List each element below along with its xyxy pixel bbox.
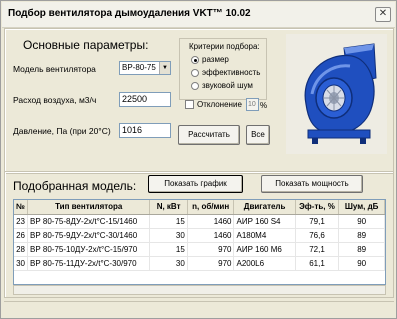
pressure-input[interactable]: 1016: [119, 123, 171, 138]
cell-motor: АИР 160 S4: [233, 214, 296, 229]
params-section-title: Основные параметры:: [23, 38, 149, 52]
status-bar: [4, 301, 394, 315]
model-select-value: ВР-80-75: [122, 63, 156, 72]
table-row[interactable]: 30 ВР 80-75-11ДУ-2х/t°С-30/970 30 970 А2…: [14, 256, 385, 271]
airflow-label: Расход воздуха, м3/ч: [13, 95, 97, 105]
cell-noise: 90: [338, 214, 385, 229]
col-header-power[interactable]: N, кВт: [149, 200, 188, 215]
cell-motor: А180М4: [233, 228, 296, 243]
centrifugal-fan-icon: [304, 43, 377, 144]
col-header-motor[interactable]: Двигатель: [233, 200, 296, 215]
criteria-noise-label: звуковой шум: [202, 81, 253, 90]
app-window: Подбор вентилятора дымоудаления VKT™ 10.…: [0, 0, 397, 319]
cell-number: 30: [14, 256, 29, 271]
cell-power: 15: [149, 242, 188, 257]
cell-speed: 970: [187, 242, 235, 257]
cell-type: ВР 80-75-8ДУ-2х/t°С-15/1460: [27, 214, 151, 229]
cell-number: 28: [14, 242, 29, 257]
criteria-size-label: размер: [202, 55, 229, 64]
criteria-efficiency-radio[interactable]: [191, 69, 199, 77]
model-select[interactable]: ВР-80-75 ▼: [119, 61, 171, 75]
cell-type: ВР 80-75-10ДУ-2х/t°С-15/970: [27, 242, 151, 257]
criteria-title: Критерии подбора:: [189, 42, 260, 51]
col-header-type[interactable]: Тип вентилятора: [27, 200, 151, 215]
col-header-number[interactable]: №: [14, 200, 29, 215]
cell-power: 30: [149, 228, 188, 243]
deviation-checkbox[interactable]: [185, 100, 194, 109]
window-title: Подбор вентилятора дымоудаления VKT™ 10.…: [8, 8, 251, 19]
deviation-input[interactable]: 10: [246, 98, 259, 111]
calculate-button[interactable]: Рассчитать: [178, 125, 240, 145]
cell-noise: 89: [338, 242, 385, 257]
cell-power: 30: [149, 256, 188, 271]
horizontal-scrollbar[interactable]: [13, 285, 386, 295]
model-label: Модель вентилятора: [13, 64, 96, 74]
cell-efficiency: 61,1: [295, 256, 340, 271]
table-row[interactable]: 28 ВР 80-75-10ДУ-2х/t°С-15/970 15 970 АИ…: [14, 242, 385, 257]
show-chart-button[interactable]: Показать график: [148, 175, 243, 193]
table-row[interactable]: 23 ВР 80-75-8ДУ-2х/t°С-15/1460 15 1460 А…: [14, 214, 385, 229]
all-button[interactable]: Все: [246, 125, 270, 145]
cell-motor: А200L6: [233, 256, 296, 271]
cell-noise: 90: [338, 256, 385, 271]
cell-number: 26: [14, 228, 29, 243]
col-header-efficiency[interactable]: Эф-ть, %: [295, 200, 340, 215]
deviation-label: Отклонение: [197, 100, 242, 109]
cell-speed: 1460: [187, 214, 235, 229]
cell-noise: 89: [338, 228, 385, 243]
airflow-input[interactable]: 22500: [119, 92, 171, 107]
cell-power: 15: [149, 214, 188, 229]
deviation-unit: %: [260, 101, 268, 110]
cell-speed: 970: [187, 256, 235, 271]
result-section-title: Подобранная модель:: [13, 179, 137, 193]
chevron-down-icon[interactable]: ▼: [159, 62, 170, 74]
title-bar: Подбор вентилятора дымоудаления VKT™ 10.…: [2, 2, 395, 28]
close-button[interactable]: ✕: [375, 7, 391, 22]
show-power-button[interactable]: Показать мощность: [261, 175, 363, 193]
criteria-efficiency-label: эффективность: [202, 68, 261, 77]
col-header-noise[interactable]: Шум, дБ: [338, 200, 385, 215]
table-row[interactable]: 26 ВР 80-75-9ДУ-2х/t°С-30/1460 30 1460 А…: [14, 228, 385, 243]
results-table: № Тип вентилятора N, кВт n, об/мин Двига…: [13, 199, 386, 285]
pressure-label: Давление, Па (при 20°С): [13, 126, 111, 136]
cell-number: 23: [14, 214, 29, 229]
table-header-row: № Тип вентилятора N, кВт n, об/мин Двига…: [14, 200, 385, 215]
criteria-noise-radio[interactable]: [191, 82, 199, 90]
cell-motor: АИР 160 М6: [233, 242, 296, 257]
cell-type: ВР 80-75-9ДУ-2х/t°С-30/1460: [27, 228, 151, 243]
cell-speed: 1460: [187, 228, 235, 243]
col-header-speed[interactable]: n, об/мин: [187, 200, 235, 215]
cell-efficiency: 79,1: [295, 214, 340, 229]
criteria-size-radio[interactable]: [191, 56, 199, 64]
cell-efficiency: 76,6: [295, 228, 340, 243]
fan-image: [286, 34, 387, 154]
cell-type: ВР 80-75-11ДУ-2х/t°С-30/970: [27, 256, 151, 271]
cell-efficiency: 72,1: [295, 242, 340, 257]
